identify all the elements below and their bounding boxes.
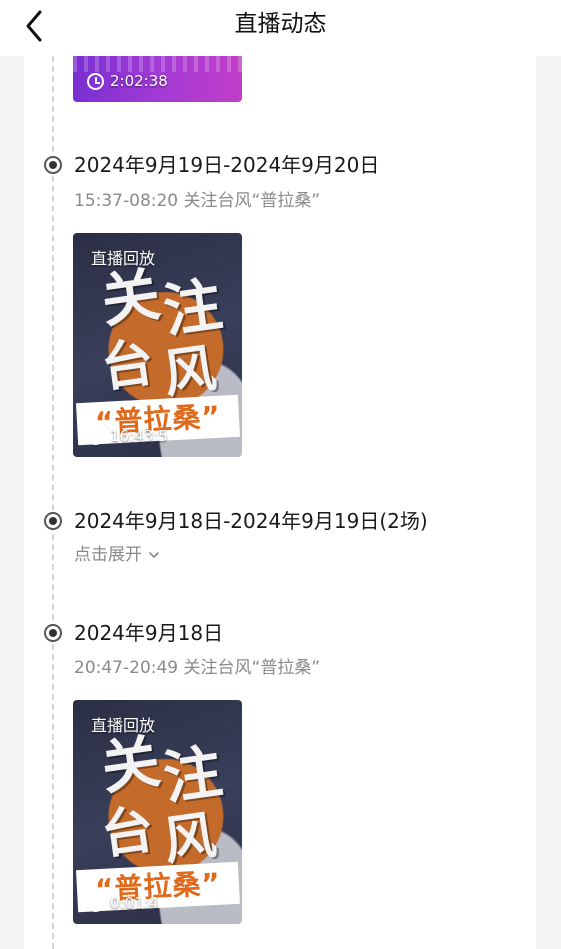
duration-text: 16:43:5	[110, 427, 168, 445]
session-date: 2024年9月18日-2024年9月19日(2场)	[74, 509, 428, 533]
session-date: 2024年9月19日-2024年9月20日	[74, 153, 380, 177]
art-text: 台	[97, 798, 158, 867]
timeline-dot	[44, 156, 62, 174]
live-replay-thumbnail[interactable]: 2:02:38	[73, 56, 242, 102]
timeline-dot	[44, 624, 62, 642]
header-bar: 直播动态	[0, 0, 561, 56]
live-replay-thumbnail[interactable]: 关 注 台 风 “普拉桑” 直播回放 0:01:4	[73, 700, 242, 924]
duration-label: 16:43:5	[87, 427, 168, 445]
session-date: 2024年9月18日	[74, 621, 224, 645]
art-text: 风	[159, 337, 220, 406]
duration-label: 0:01:4	[87, 894, 158, 912]
page-title: 直播动态	[234, 11, 327, 37]
expand-label: 点击展开	[74, 545, 142, 565]
replay-badge: 直播回放	[91, 249, 156, 268]
duration-label: 2:02:38	[87, 72, 168, 90]
duration-text: 2:02:38	[110, 72, 168, 90]
expand-button[interactable]: 点击展开	[74, 543, 160, 567]
art-text: 风	[159, 804, 220, 873]
live-replay-thumbnail[interactable]: 关 注 台 风 “普拉桑” 直播回放 16:43:5	[73, 233, 242, 457]
session-subtitle: 20:47-20:49 关注台风“普拉桑”	[74, 658, 321, 678]
clock-icon	[87, 72, 104, 90]
replay-badge: 直播回放	[91, 716, 156, 735]
timeline-line	[52, 56, 54, 949]
chevron-down-icon	[149, 552, 159, 558]
art-text: 台	[97, 331, 158, 400]
duration-text: 0:01:4	[110, 894, 159, 912]
clock-icon	[87, 427, 104, 445]
clock-icon	[87, 894, 104, 912]
thumbnail-art	[73, 56, 242, 72]
timeline-dot	[44, 512, 62, 530]
session-subtitle: 15:37-08:20 关注台风“普拉桑”	[74, 191, 321, 211]
